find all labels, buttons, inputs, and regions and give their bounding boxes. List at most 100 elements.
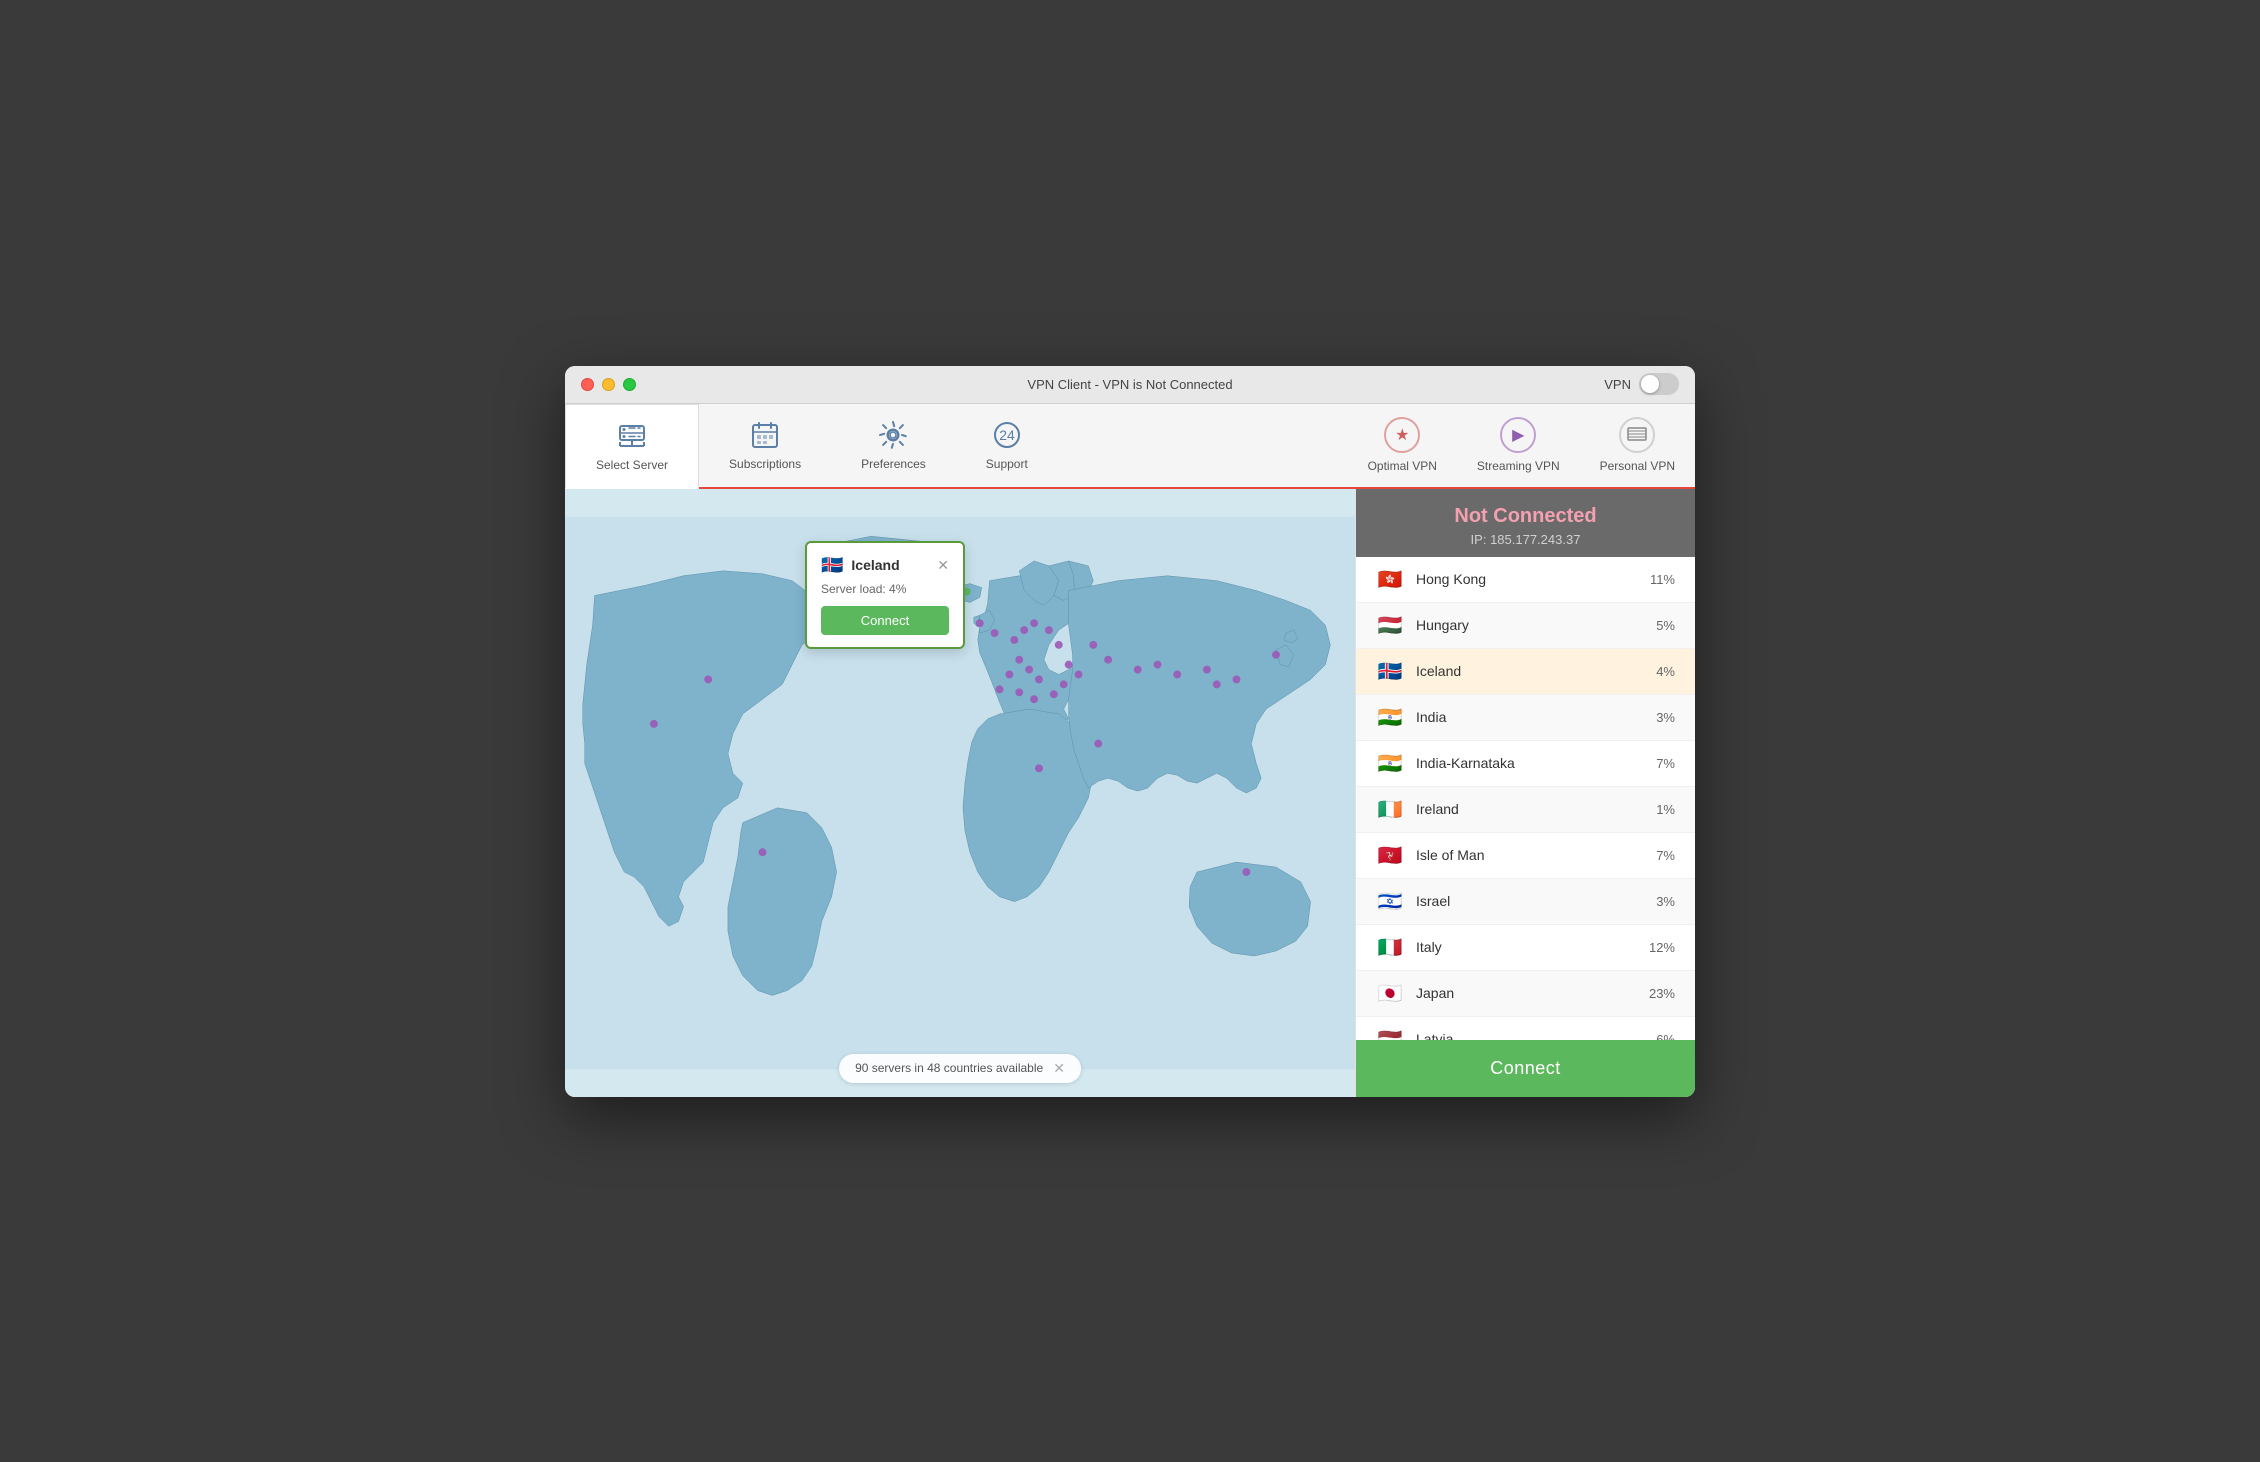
- nav-subscriptions[interactable]: Subscriptions: [699, 404, 831, 487]
- server-flag: 🇮🇳: [1376, 705, 1404, 730]
- server-flag: 🇮🇪: [1376, 797, 1404, 822]
- gear-icon: [877, 419, 909, 451]
- server-load: 5%: [1656, 618, 1675, 633]
- calendar-icon: [749, 419, 781, 451]
- server-load: 3%: [1656, 710, 1675, 725]
- toggle-knob: [1641, 375, 1659, 393]
- server-name: Hungary: [1416, 617, 1656, 633]
- nav-select-server[interactable]: Select Server: [565, 404, 699, 489]
- status-close-button[interactable]: ✕: [1053, 1060, 1065, 1077]
- maximize-button[interactable]: [623, 378, 636, 391]
- map-area: 🇮🇸 Iceland ✕ Server load: 4% Connect 90 …: [565, 489, 1355, 1097]
- window-controls: [581, 378, 636, 391]
- nav-subscriptions-label: Subscriptions: [729, 457, 801, 471]
- connection-status: Not Connected: [1376, 505, 1675, 528]
- server-name: Ireland: [1416, 801, 1656, 817]
- ip-display: IP: 185.177.243.37: [1376, 532, 1675, 547]
- server-row[interactable]: 🇮🇸 Iceland 4%: [1356, 649, 1695, 695]
- server-load: 23%: [1649, 986, 1675, 1001]
- server-flag: 🇮🇳: [1376, 751, 1404, 776]
- vpn-toggle[interactable]: [1639, 373, 1679, 395]
- server-row[interactable]: 🇮🇱 Israel 3%: [1356, 879, 1695, 925]
- personal-vpn-icon: [1619, 417, 1655, 453]
- server-icon: [616, 420, 648, 452]
- server-flag: 🇮🇱: [1376, 889, 1404, 914]
- nav-preferences-label: Preferences: [861, 457, 926, 471]
- ip-prefix: IP:: [1471, 532, 1491, 547]
- nav-streaming-vpn[interactable]: ▶ Streaming VPN: [1457, 404, 1580, 487]
- server-row[interactable]: 🇱🇻 Latvia 6%: [1356, 1017, 1695, 1040]
- close-button[interactable]: [581, 378, 594, 391]
- server-name: India-Karnataka: [1416, 755, 1656, 771]
- nav-support[interactable]: 24 Support: [956, 404, 1058, 487]
- server-name: Latvia: [1416, 1031, 1656, 1040]
- popup-connect-button[interactable]: Connect: [821, 606, 949, 635]
- nav-optimal-vpn-label: Optimal VPN: [1368, 459, 1437, 473]
- server-name: Isle of Man: [1416, 847, 1656, 863]
- vpn-toggle-area: VPN: [1604, 373, 1679, 395]
- server-flag: 🇭🇰: [1376, 567, 1404, 592]
- nav-bar: Select Server Subscriptions: [565, 404, 1695, 489]
- server-name: Japan: [1416, 985, 1649, 1001]
- popup-flag: 🇮🇸: [821, 555, 843, 576]
- streaming-vpn-icon: ▶: [1500, 417, 1536, 453]
- server-row[interactable]: 🇯🇵 Japan 23%: [1356, 971, 1695, 1017]
- server-load: 11%: [1650, 572, 1675, 587]
- server-load: 4%: [1656, 664, 1675, 679]
- app-window: VPN Client - VPN is Not Connected VPN: [565, 366, 1695, 1097]
- main-connect-button[interactable]: Connect: [1356, 1040, 1695, 1097]
- server-flag: 🇭🇺: [1376, 613, 1404, 638]
- server-row[interactable]: 🇮🇳 India 3%: [1356, 695, 1695, 741]
- support-icon: 24: [991, 419, 1023, 451]
- popup-server-load: Server load: 4%: [821, 582, 949, 596]
- server-row[interactable]: 🇮🇲 Isle of Man 7%: [1356, 833, 1695, 879]
- server-load: 7%: [1656, 756, 1675, 771]
- status-bar: 90 servers in 48 countries available ✕: [839, 1054, 1081, 1083]
- server-flag: 🇮🇲: [1376, 843, 1404, 868]
- popup-close-button[interactable]: ✕: [937, 558, 949, 572]
- nav-select-server-label: Select Server: [596, 458, 668, 472]
- server-flag: 🇮🇹: [1376, 935, 1404, 960]
- server-flag: 🇯🇵: [1376, 981, 1404, 1006]
- iceland-popup: 🇮🇸 Iceland ✕ Server load: 4% Connect: [805, 541, 965, 649]
- nav-optimal-vpn[interactable]: ★ Optimal VPN: [1348, 404, 1457, 487]
- ip-value: 185.177.243.37: [1490, 532, 1580, 547]
- server-load: 12%: [1649, 940, 1675, 955]
- panel-header: Not Connected IP: 185.177.243.37: [1356, 489, 1695, 557]
- server-row[interactable]: 🇮🇪 Ireland 1%: [1356, 787, 1695, 833]
- main-content: 🇮🇸 Iceland ✕ Server load: 4% Connect 90 …: [565, 489, 1695, 1097]
- vpn-label: VPN: [1604, 377, 1631, 392]
- server-flag: 🇮🇸: [1376, 659, 1404, 684]
- nav-right: ★ Optimal VPN ▶ Streaming VPN Personal V…: [1348, 404, 1695, 487]
- title-bar: VPN Client - VPN is Not Connected VPN: [565, 366, 1695, 404]
- nav-preferences[interactable]: Preferences: [831, 404, 956, 487]
- window-title: VPN Client - VPN is Not Connected: [1027, 377, 1232, 392]
- server-name: Hong Kong: [1416, 571, 1650, 587]
- nav-streaming-vpn-label: Streaming VPN: [1477, 459, 1560, 473]
- popup-country: Iceland: [851, 557, 929, 573]
- server-row[interactable]: 🇭🇰 Hong Kong 11%: [1356, 557, 1695, 603]
- server-load: 3%: [1656, 894, 1675, 909]
- nav-spacer: [1058, 404, 1348, 487]
- server-row[interactable]: 🇮🇹 Italy 12%: [1356, 925, 1695, 971]
- server-load: 6%: [1656, 1032, 1675, 1040]
- server-flag: 🇱🇻: [1376, 1027, 1404, 1040]
- server-name: India: [1416, 709, 1656, 725]
- server-name: Iceland: [1416, 663, 1656, 679]
- svg-text:24: 24: [999, 427, 1015, 443]
- server-row[interactable]: 🇭🇺 Hungary 5%: [1356, 603, 1695, 649]
- optimal-vpn-icon: ★: [1384, 417, 1420, 453]
- server-row[interactable]: 🇮🇳 India-Karnataka 7%: [1356, 741, 1695, 787]
- server-load: 1%: [1656, 802, 1675, 817]
- server-name: Italy: [1416, 939, 1649, 955]
- popup-header: 🇮🇸 Iceland ✕: [821, 555, 949, 576]
- status-text: 90 servers in 48 countries available: [855, 1061, 1043, 1075]
- nav-personal-vpn-label: Personal VPN: [1600, 459, 1675, 473]
- server-list: 🇭🇰 Hong Kong 11% 🇭🇺 Hungary 5% 🇮🇸 Icelan…: [1356, 557, 1695, 1040]
- minimize-button[interactable]: [602, 378, 615, 391]
- nav-support-label: Support: [986, 457, 1028, 471]
- server-load: 7%: [1656, 848, 1675, 863]
- nav-personal-vpn[interactable]: Personal VPN: [1580, 404, 1695, 487]
- server-name: Israel: [1416, 893, 1656, 909]
- server-panel: Not Connected IP: 185.177.243.37 🇭🇰 Hong…: [1355, 489, 1695, 1097]
